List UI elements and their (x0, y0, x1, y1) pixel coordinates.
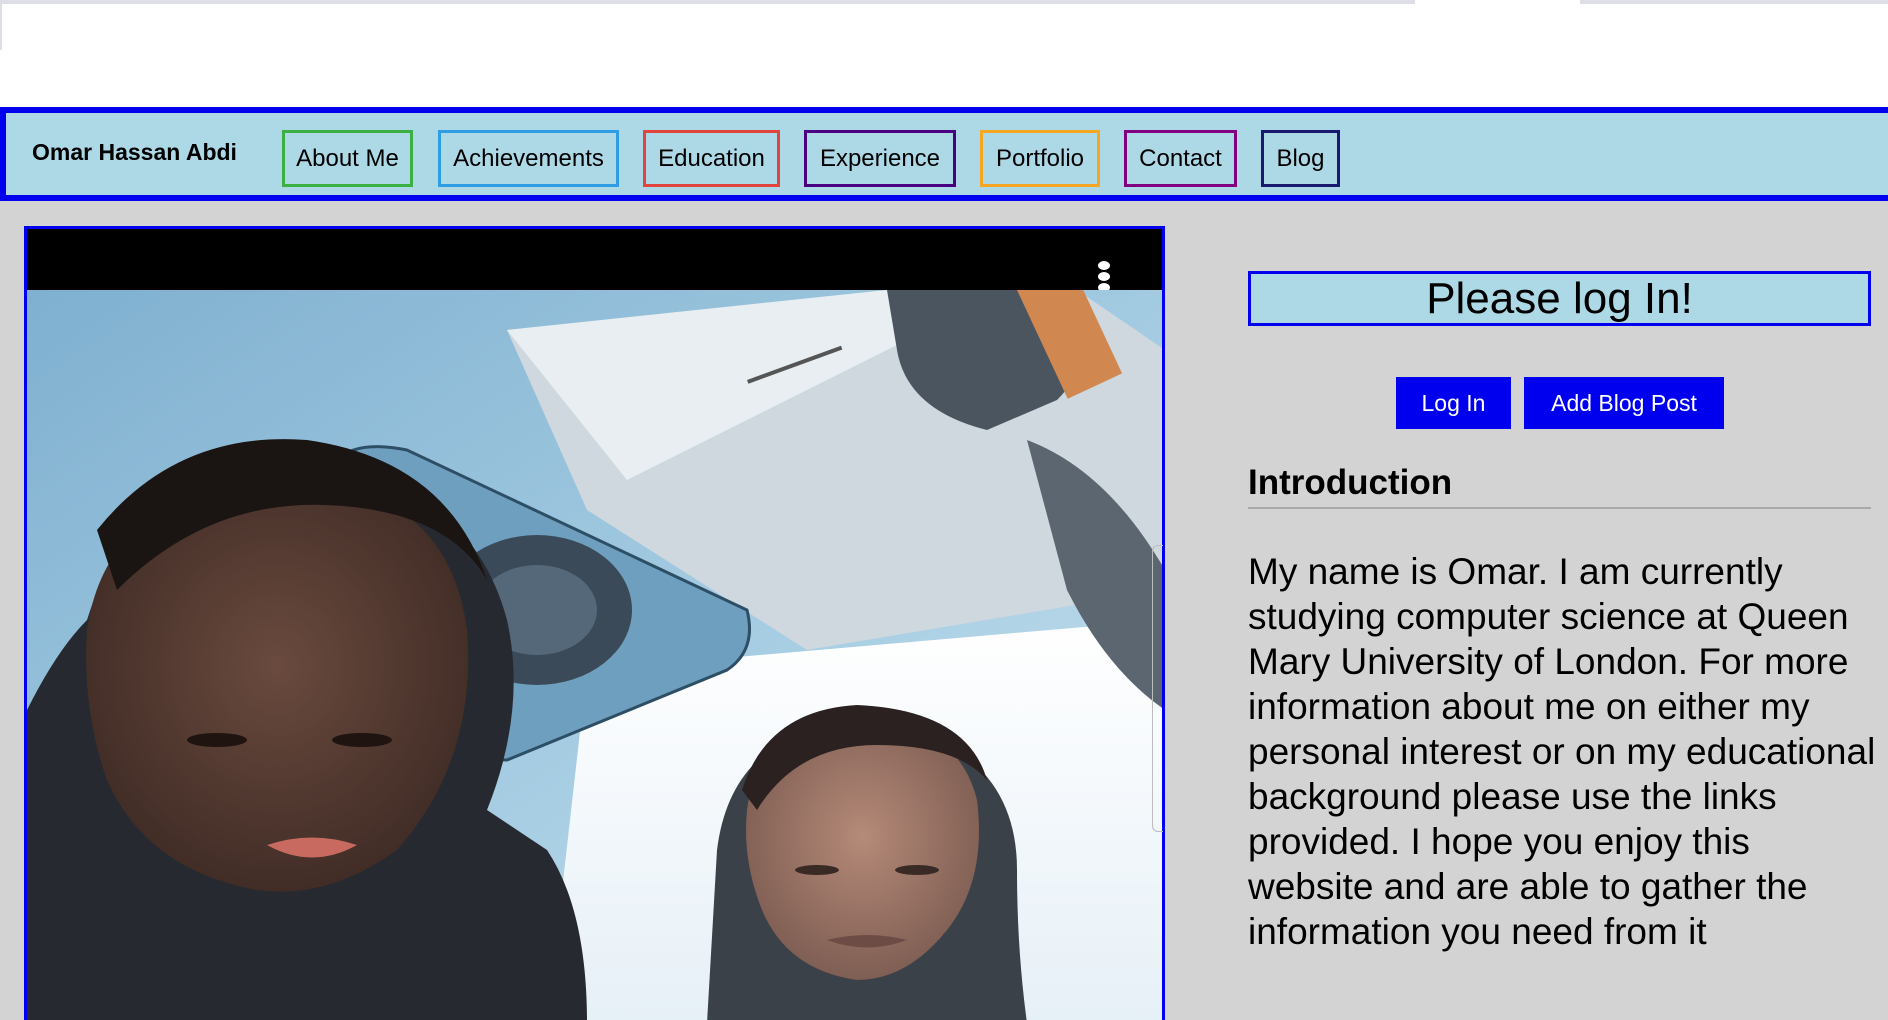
nav-blog[interactable]: Blog (1261, 130, 1340, 187)
scrollbar-edge[interactable] (1152, 545, 1163, 832)
heading-divider (1248, 507, 1871, 509)
top-divider (1580, 0, 1888, 4)
selfie-photo (27, 290, 1162, 1020)
introduction-text: My name is Omar. I am currently studying… (1248, 551, 1876, 952)
browser-top-strip (0, 0, 1888, 107)
left-edge-line (0, 0, 2, 50)
add-blog-post-button[interactable]: Add Blog Post (1524, 377, 1724, 429)
nav-education[interactable]: Education (643, 130, 780, 187)
nav-experience[interactable]: Experience (804, 130, 956, 187)
vertical-ellipsis-icon[interactable] (1096, 261, 1112, 293)
nav-achievements[interactable]: Achievements (438, 130, 619, 187)
media-control-bar (27, 229, 1162, 290)
introduction-heading: Introduction (1248, 463, 1453, 502)
top-divider (0, 0, 1415, 4)
log-in-button[interactable]: Log In (1396, 377, 1511, 429)
photo-frame (24, 226, 1165, 1020)
navbar: Omar Hassan Abdi About Me Achievements E… (0, 107, 1888, 201)
nav-portfolio[interactable]: Portfolio (980, 130, 1100, 187)
nav-about-me[interactable]: About Me (282, 130, 413, 187)
login-prompt-banner: Please log In! (1248, 271, 1871, 326)
nav-contact[interactable]: Contact (1124, 130, 1237, 187)
site-brand: Omar Hassan Abdi (32, 139, 237, 165)
